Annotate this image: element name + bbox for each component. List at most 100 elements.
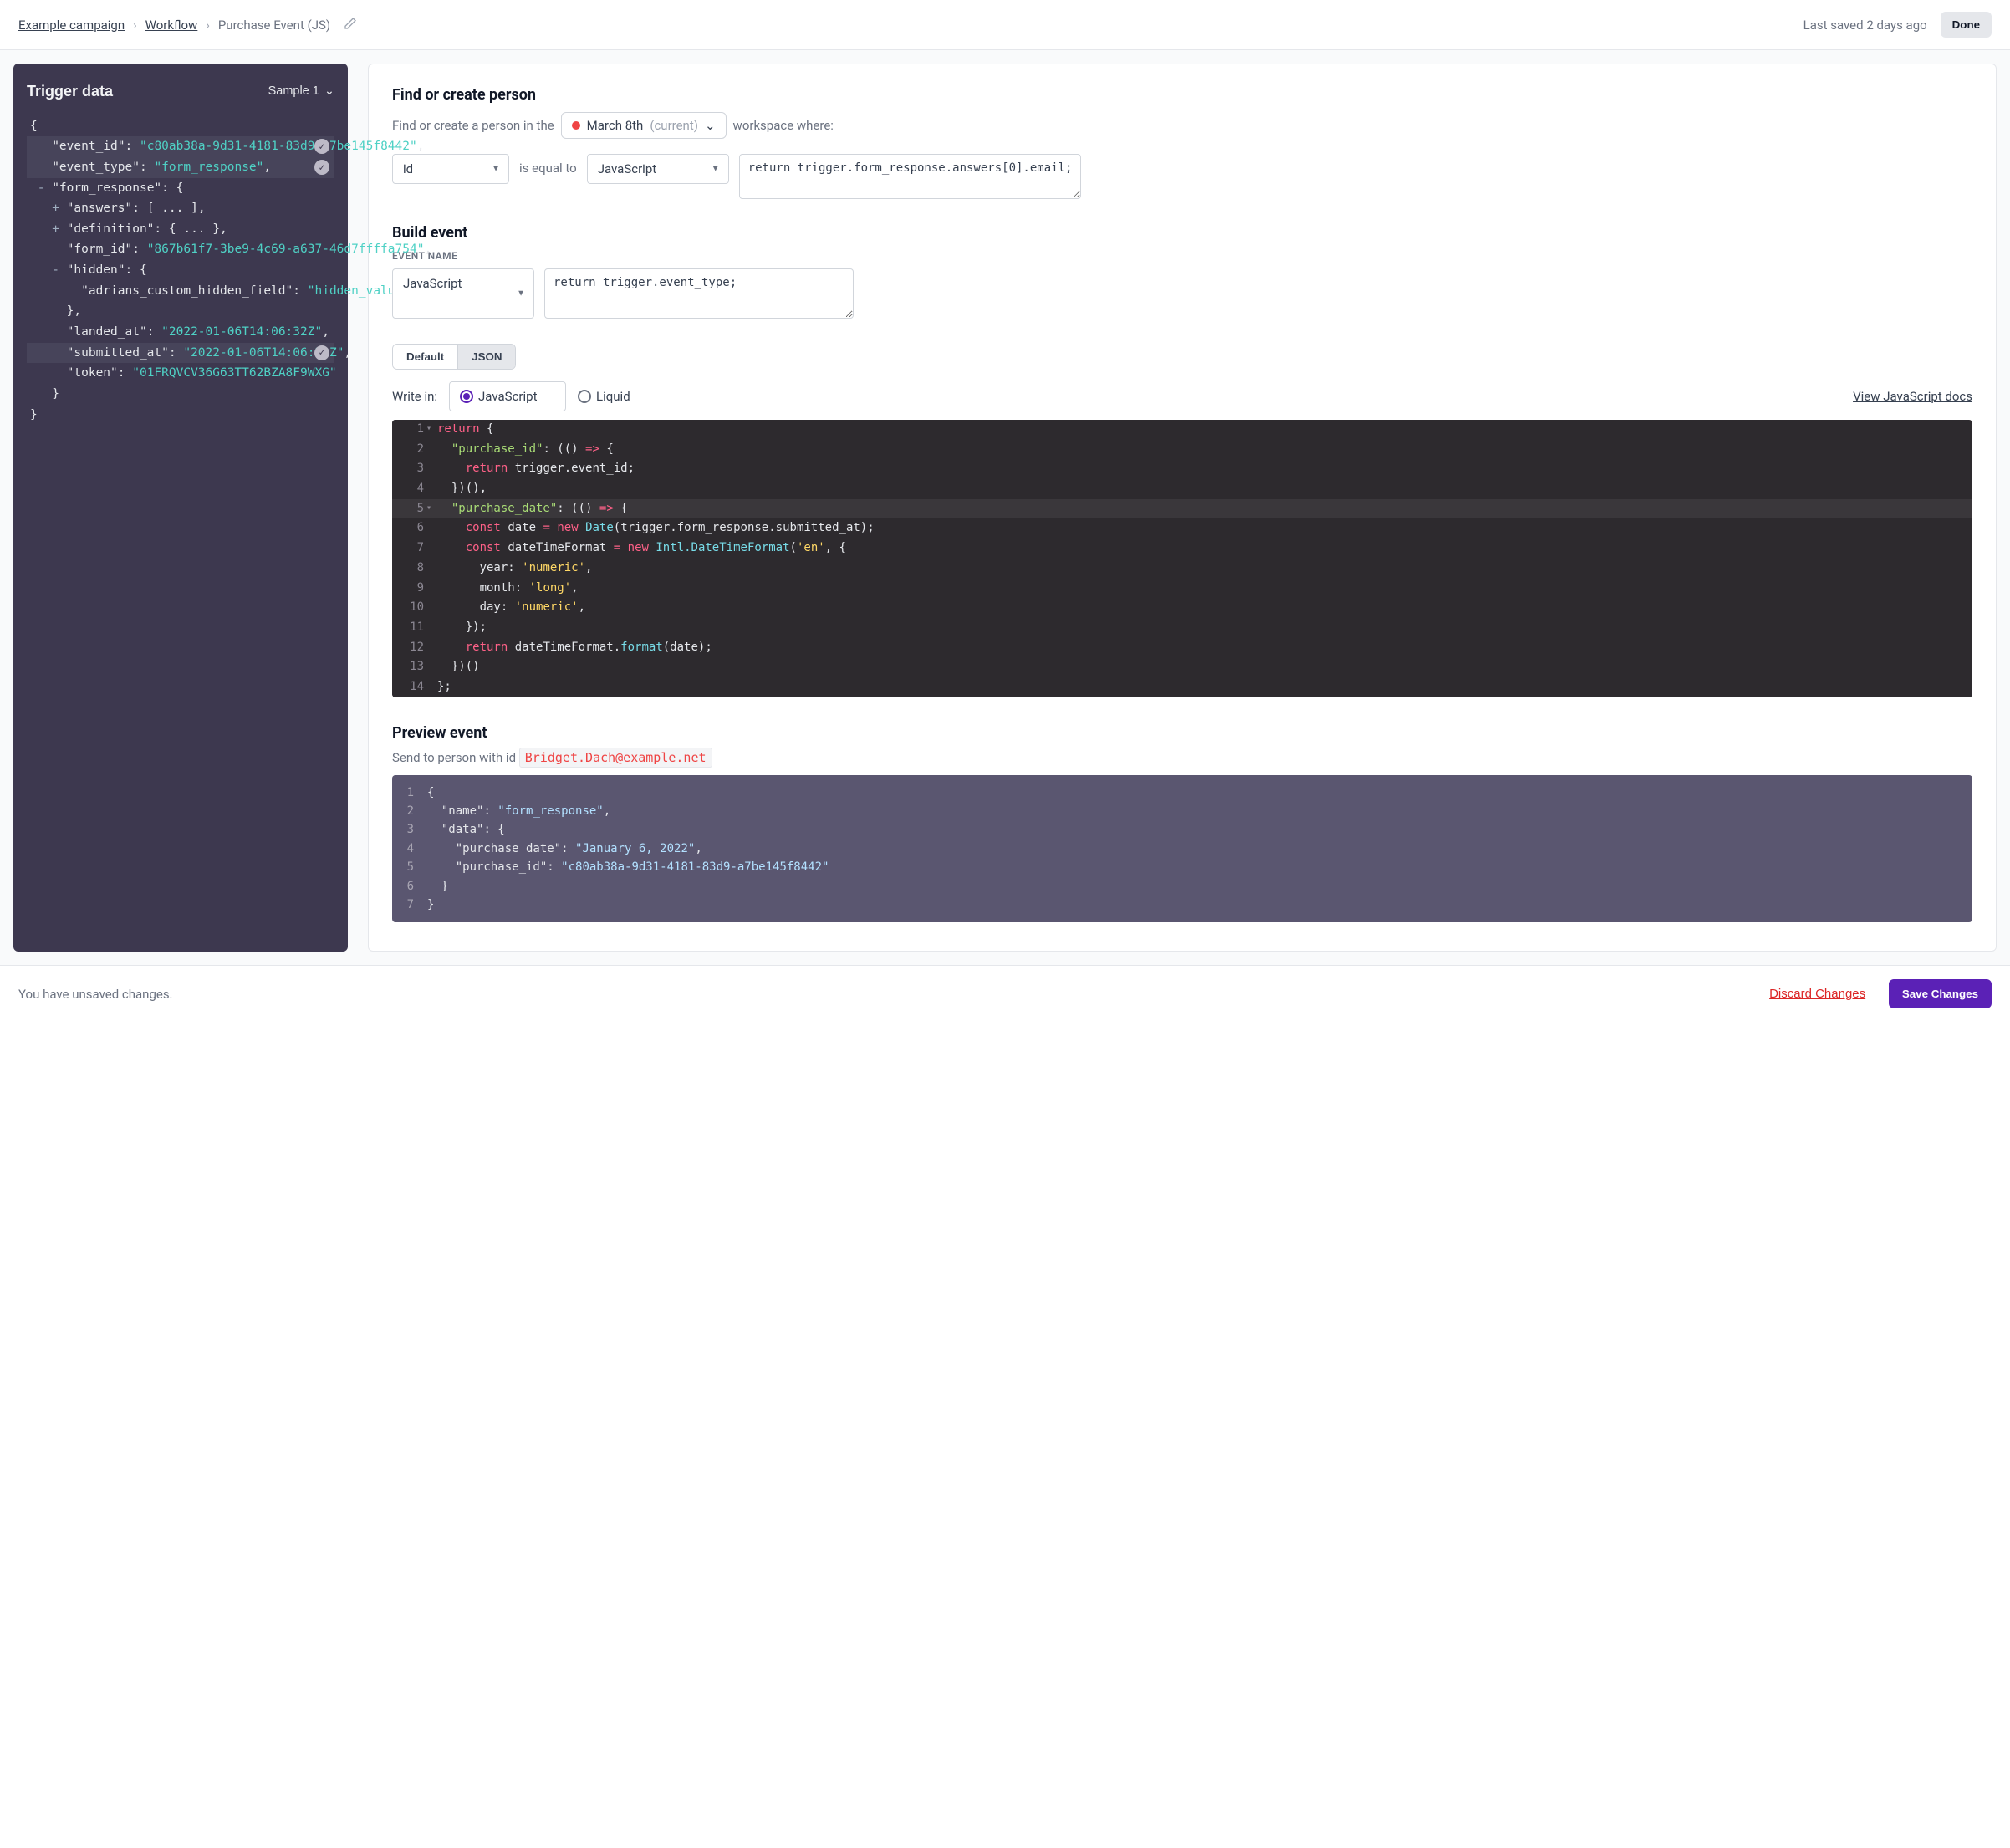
view-tabs: Default JSON	[392, 344, 516, 370]
code-editor[interactable]: 1▾return { 2 "purchase_id": (() => { 3 r…	[392, 420, 1972, 697]
json-line[interactable]: "landed_at": "2022-01-06T14:06:32Z",	[27, 322, 334, 343]
json-value: { ... }	[169, 222, 220, 236]
radio-label: Liquid	[596, 389, 630, 404]
send-to-email: Bridget.Dach@example.net	[519, 748, 712, 768]
save-changes-button[interactable]: Save Changes	[1889, 979, 1992, 1008]
build-event-heading: Build event	[392, 224, 1972, 242]
attribute-select-value: id	[403, 161, 413, 176]
tab-default[interactable]: Default	[393, 345, 457, 369]
json-line[interactable]: "token": "01FRQVCV36G63TT62BZA8F9WXG"	[27, 363, 334, 384]
json-line[interactable]: "form_id": "867b61f7-3be9-4c69-a637-46d7…	[27, 239, 334, 260]
json-value: "form_response"	[154, 161, 263, 174]
preview-json: 1{ 2 "name": "form_response", 3 "data": …	[392, 775, 1972, 923]
json-key: "form_response"	[52, 181, 161, 195]
preview-line: {	[422, 784, 444, 802]
last-saved-text: Last saved 2 days ago	[1803, 18, 1927, 33]
json-key: "hidden"	[67, 263, 125, 277]
breadcrumb-current: Purchase Event (JS)	[218, 18, 330, 33]
value-type-select[interactable]: JavaScript ▼	[587, 154, 729, 184]
json-line: }	[27, 405, 334, 426]
breadcrumb: Example campaign › Workflow › Purchase E…	[18, 17, 357, 33]
json-key: "event_id"	[52, 140, 125, 153]
json-key: "definition"	[67, 222, 155, 236]
json-line[interactable]: "adrians_custom_hidden_field": "hidden_v…	[27, 281, 334, 302]
preview-event-heading: Preview event	[392, 724, 1972, 742]
attribute-select[interactable]: id ▼	[392, 154, 509, 184]
find-lead-text: Find or create a person in the	[392, 118, 554, 133]
top-right: Last saved 2 days ago Done	[1803, 12, 1992, 38]
check-circle-icon: ✓	[314, 160, 329, 175]
json-value: "2022-01-06T14:06:32Z"	[161, 325, 322, 339]
preview-line: "name": "form_response",	[422, 802, 620, 820]
event-name-type-value: JavaScript	[403, 276, 462, 291]
radio-dot-icon	[460, 390, 473, 403]
brace: {	[30, 120, 38, 133]
json-line[interactable]: + "answers": [ ... ],	[27, 198, 334, 219]
operator-text: is equal to	[519, 154, 577, 176]
chevron-down-icon: ⌄	[324, 81, 334, 102]
find-tail-text: workspace where:	[733, 118, 834, 133]
workspace-select[interactable]: March 8th (current) ⌄	[561, 112, 727, 139]
workspace-name: March 8th	[587, 118, 644, 133]
breadcrumb-workflow[interactable]: Workflow	[145, 18, 198, 33]
json-line-event-type[interactable]: "event_type": "form_response",✓	[27, 157, 334, 178]
value-type-select-value: JavaScript	[598, 161, 656, 176]
done-button[interactable]: Done	[1941, 12, 1992, 38]
json-line[interactable]: - "hidden": {	[27, 260, 334, 281]
workspace-current-label: (current)	[650, 118, 698, 133]
json-value: "867b61f7-3be9-4c69-a637-46d7ffffa754"	[147, 242, 425, 256]
find-create-heading: Find or create person	[392, 86, 1972, 104]
json-key: "answers"	[67, 202, 133, 215]
json-key: "event_type"	[52, 161, 140, 174]
check-circle-icon: ✓	[314, 345, 329, 360]
chevron-down-icon: ▼	[712, 165, 720, 174]
chevron-down-icon: ▼	[492, 165, 500, 174]
write-in-label: Write in:	[392, 389, 437, 404]
status-dot-icon	[572, 121, 580, 130]
value-code-input[interactable]: return trigger.form_response.answers[0].…	[739, 154, 1082, 199]
preview-line: }	[422, 896, 444, 914]
event-name-label: EVENT NAME	[392, 250, 1972, 262]
send-to-lead: Send to person with id	[392, 750, 519, 765]
json-value: "01FRQVCV36G63TT62BZA8F9WXG"	[132, 366, 336, 380]
tab-json[interactable]: JSON	[457, 345, 515, 369]
preview-line: "purchase_id": "c80ab38a-9d31-4181-83d9-…	[422, 858, 839, 876]
preview-line: }	[422, 877, 458, 896]
view-docs-link[interactable]: View JavaScript docs	[1853, 389, 1972, 404]
json-line-event-id[interactable]: "event_id": "c80ab38a-9d31-4181-83d9-a7b…	[27, 136, 334, 157]
json-key: "form_id"	[67, 242, 133, 256]
chevron-right-icon: ›	[133, 18, 137, 33]
json-value: [ ... ]	[147, 202, 198, 215]
event-name-code-input[interactable]: return trigger.event_type;	[544, 268, 854, 319]
event-name-type-select[interactable]: JavaScript ▼	[392, 268, 534, 319]
json-line-submitted-at[interactable]: "submitted_at": "2022-01-06T14:06:32Z",✓	[27, 343, 334, 364]
sample-selector[interactable]: Sample 1 ⌄	[268, 81, 334, 102]
fold-icon[interactable]: ▾	[426, 422, 431, 436]
json-line[interactable]: - "form_response": {	[27, 178, 334, 199]
radio-liquid[interactable]: Liquid	[578, 389, 630, 404]
json-key: "token"	[67, 366, 118, 380]
trigger-data-panel: Trigger data Sample 1 ⌄ { "event_id": "c…	[13, 64, 348, 952]
json-key: "landed_at"	[67, 325, 147, 339]
trigger-data-title: Trigger data	[27, 79, 113, 105]
json-value: "c80ab38a-9d31-4181-83d9-a7be145f8442"	[140, 140, 417, 153]
json-key: "adrians_custom_hidden_field"	[81, 284, 293, 298]
footer-bar: You have unsaved changes. Discard Change…	[0, 965, 2010, 1022]
breadcrumb-campaign[interactable]: Example campaign	[18, 18, 125, 33]
json-key: "submitted_at"	[67, 346, 169, 360]
json-line[interactable]: + "definition": { ... },	[27, 219, 334, 240]
json-line: {	[27, 116, 334, 137]
radio-dot-icon	[578, 390, 591, 403]
discard-changes-button[interactable]: Discard Changes	[1764, 986, 1870, 1002]
preview-line: "data": {	[422, 820, 515, 839]
top-bar: Example campaign › Workflow › Purchase E…	[0, 0, 2010, 50]
radio-javascript[interactable]: JavaScript	[449, 381, 566, 411]
unsaved-changes-text: You have unsaved changes.	[18, 987, 173, 1002]
fold-icon[interactable]: ▾	[426, 502, 431, 515]
main-panel: Find or create person Find or create a p…	[368, 64, 1997, 952]
sample-selector-label: Sample 1	[268, 81, 319, 102]
chevron-down-icon: ▼	[517, 289, 525, 299]
radio-label: JavaScript	[478, 389, 537, 404]
json-line: },	[27, 301, 334, 322]
pencil-icon[interactable]	[344, 17, 357, 33]
